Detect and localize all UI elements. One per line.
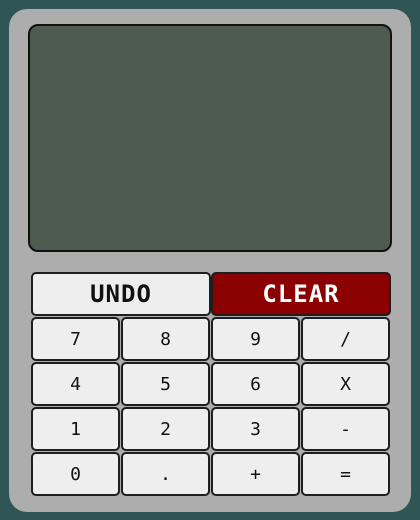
plus-button[interactable]: + xyxy=(211,452,300,496)
equals-button[interactable]: = xyxy=(301,452,390,496)
key-0-button[interactable]: 0 xyxy=(31,452,120,496)
key-9-button[interactable]: 9 xyxy=(211,317,300,361)
key-4-button[interactable]: 4 xyxy=(31,362,120,406)
multiply-button[interactable]: X xyxy=(301,362,390,406)
undo-button[interactable]: UNDO xyxy=(31,272,211,316)
key-6-button[interactable]: 6 xyxy=(211,362,300,406)
key-8-button[interactable]: 8 xyxy=(121,317,210,361)
clear-button[interactable]: CLEAR xyxy=(211,272,391,316)
divide-button[interactable]: / xyxy=(301,317,390,361)
minus-button[interactable]: - xyxy=(301,407,390,451)
key-2-button[interactable]: 2 xyxy=(121,407,210,451)
key-3-button[interactable]: 3 xyxy=(211,407,300,451)
key-5-button[interactable]: 5 xyxy=(121,362,210,406)
decimal-button[interactable]: . xyxy=(121,452,210,496)
key-1-button[interactable]: 1 xyxy=(31,407,120,451)
calculator-display xyxy=(28,24,392,252)
key-7-button[interactable]: 7 xyxy=(31,317,120,361)
